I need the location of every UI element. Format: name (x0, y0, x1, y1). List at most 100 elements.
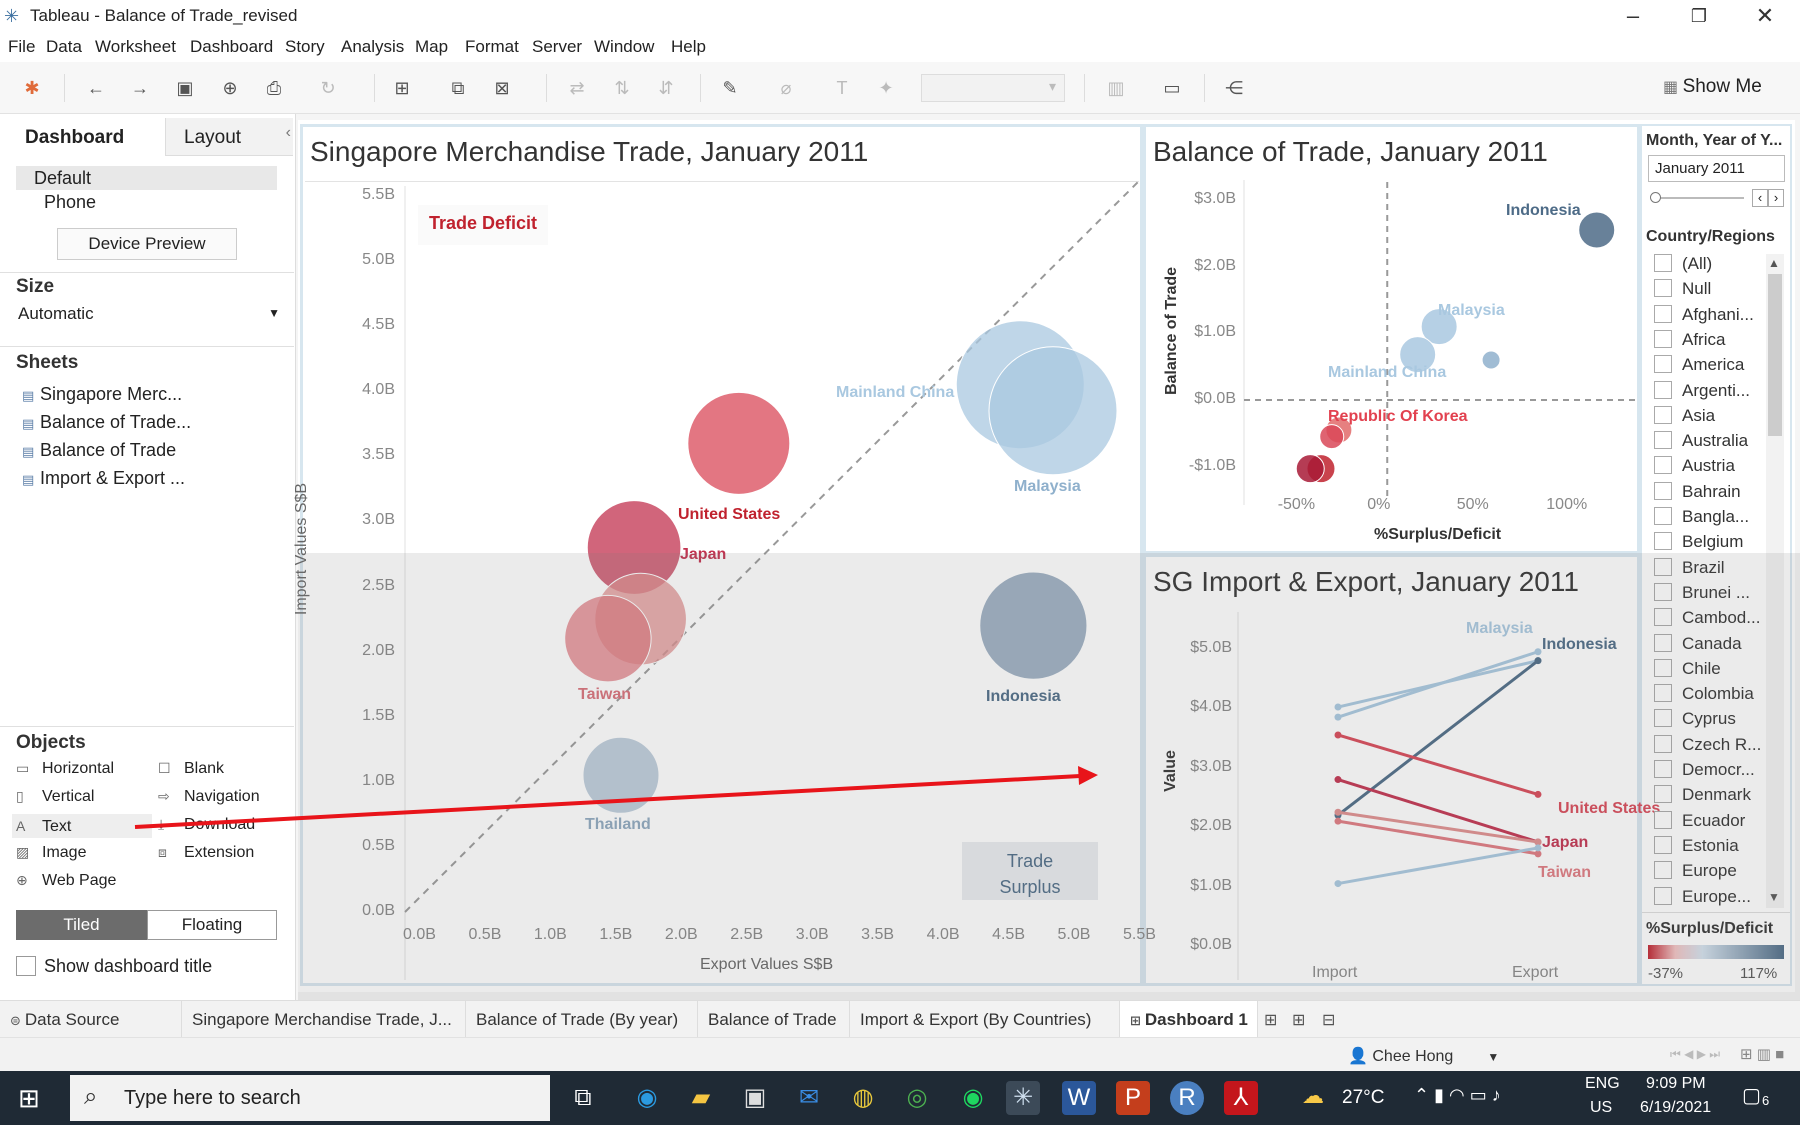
country-checkbox[interactable] (1654, 633, 1672, 652)
tab-singapore-merchandise[interactable]: Singapore Merchandise Trade, J... (182, 1001, 466, 1038)
store-icon[interactable]: ▣ (738, 1081, 772, 1115)
country-checkbox[interactable] (1654, 760, 1672, 778)
country-filter-item[interactable]: Canada (1654, 633, 1742, 654)
country-checkbox[interactable] (1654, 380, 1672, 399)
tab-import-export[interactable]: Import & Export (By Countries) (850, 1001, 1120, 1038)
tab-balance-by-year[interactable]: Balance of Trade (By year) (466, 1001, 698, 1038)
month-year-input[interactable]: January 2011 (1648, 155, 1785, 182)
country-checkbox[interactable] (1654, 658, 1672, 677)
chrome-icon[interactable]: ◍ (846, 1081, 880, 1115)
country-checkbox[interactable] (1654, 582, 1672, 601)
country-filter-item[interactable]: Australia (1654, 431, 1748, 451)
country-filter-item[interactable]: Ecuador (1654, 810, 1745, 831)
view-mode-icons[interactable]: ⊞ ▥ ■ (1740, 1045, 1784, 1063)
next-month-button[interactable]: › (1768, 189, 1784, 207)
country-filter-item[interactable]: Bangla... (1654, 507, 1749, 527)
country-checkbox[interactable] (1654, 456, 1672, 475)
new-worksheet-icon[interactable]: ⊞ (1264, 1010, 1277, 1030)
country-checkbox[interactable] (1654, 279, 1672, 298)
user-dropdown[interactable]: 👤 Chee Hong ▼ (1348, 1046, 1499, 1066)
tableau-taskbar-icon[interactable]: ✳ (1006, 1081, 1040, 1115)
weather-icon[interactable]: ☁ (1302, 1083, 1324, 1109)
month-slider-track[interactable] (1654, 197, 1744, 199)
country-filter-item[interactable]: Argenti... (1654, 380, 1750, 401)
scroll-down-icon[interactable]: ▼ (1768, 890, 1780, 904)
country-filter-item[interactable]: Colombia (1654, 684, 1754, 704)
country-list-scroll-thumb[interactable] (1768, 274, 1782, 436)
clock-time[interactable]: 9:09 PM (1646, 1075, 1706, 1093)
country-checkbox[interactable] (1654, 557, 1672, 576)
globe-app-icon[interactable]: ◎ (900, 1081, 934, 1115)
country-filter-item[interactable]: Czech R... (1654, 734, 1761, 755)
windows-start-icon[interactable]: ⊞ (18, 1083, 40, 1114)
new-story-icon[interactable]: ⊟ (1322, 1010, 1335, 1030)
country-checkbox[interactable] (1654, 734, 1672, 753)
country-filter-item[interactable]: Cyprus (1654, 709, 1736, 729)
country-filter-item[interactable]: Chile (1654, 658, 1721, 679)
country-filter-item[interactable]: Cambod... (1654, 608, 1760, 628)
country-checkbox[interactable] (1654, 532, 1672, 551)
r-icon[interactable]: R (1170, 1081, 1204, 1115)
word-icon[interactable]: W (1062, 1081, 1096, 1115)
country-checkbox[interactable] (1654, 886, 1672, 905)
country-checkbox[interactable] (1654, 431, 1672, 450)
country-checkbox[interactable] (1654, 608, 1672, 627)
country-filter-item[interactable]: Afghani... (1654, 304, 1754, 325)
country-filter-item[interactable]: Asia (1654, 405, 1715, 426)
country-filter-item[interactable]: Europe... (1654, 886, 1751, 907)
country-checkbox[interactable] (1654, 835, 1672, 854)
notification-icon[interactable]: ▢ (1742, 1083, 1761, 1108)
country-filter-item[interactable]: Null (1654, 279, 1711, 299)
country-filter-item[interactable]: Estonia (1654, 835, 1739, 856)
weather-temp[interactable]: 27°C (1342, 1087, 1384, 1109)
clock-date[interactable]: 6/19/2021 (1640, 1099, 1711, 1117)
country-filter-item[interactable]: Bahrain (1654, 481, 1741, 502)
edge-icon[interactable]: ◉ (630, 1081, 664, 1115)
acrobat-icon[interactable]: ⅄ (1224, 1081, 1258, 1115)
country-checkbox[interactable] (1654, 785, 1672, 804)
powerpoint-icon[interactable]: P (1116, 1081, 1150, 1115)
country-label: Cyprus (1682, 709, 1736, 729)
country-checkbox[interactable] (1654, 355, 1672, 374)
spotify-icon[interactable]: ◉ (956, 1081, 990, 1115)
scroll-up-icon[interactable]: ▲ (1768, 256, 1780, 270)
country-filter-item[interactable]: Austria (1654, 456, 1735, 476)
tab-balance-of-trade[interactable]: Balance of Trade (698, 1001, 850, 1038)
mail-icon[interactable]: ✉ (792, 1081, 826, 1115)
country-checkbox[interactable] (1654, 329, 1672, 348)
country-checkbox[interactable] (1654, 304, 1672, 323)
country-filter-item[interactable]: Brunei ... (1654, 582, 1750, 603)
language-us[interactable]: US (1590, 1099, 1612, 1117)
country-filter-item[interactable]: (All) (1654, 254, 1712, 274)
task-view-icon[interactable]: ⧉ (566, 1081, 600, 1115)
month-slider-handle[interactable] (1650, 192, 1661, 203)
parity-line (404, 179, 1141, 913)
slope-point-import (1334, 731, 1342, 739)
country-checkbox[interactable] (1654, 709, 1672, 728)
taskbar-search-box[interactable]: ⌕ Type here to search (70, 1075, 550, 1121)
language-eng[interactable]: ENG (1585, 1075, 1620, 1093)
tab-data-source[interactable]: ⊜ Data Source (0, 1001, 182, 1038)
country-checkbox[interactable] (1654, 507, 1672, 525)
country-filter-item[interactable]: Democr... (1654, 760, 1755, 780)
scatter-y-tick: 1.0B (362, 771, 395, 789)
country-checkbox[interactable] (1654, 481, 1672, 500)
country-checkbox[interactable] (1654, 861, 1672, 880)
country-filter-item[interactable]: Denmark (1654, 785, 1751, 805)
tab-dashboard-1[interactable]: ⊞ Dashboard 1 (1120, 1001, 1258, 1038)
country-filter-item[interactable]: Europe (1654, 861, 1737, 881)
country-checkbox[interactable] (1654, 810, 1672, 829)
country-filter-item[interactable]: Africa (1654, 329, 1725, 350)
slope-point-import (1334, 713, 1342, 721)
country-filter-item[interactable]: Belgium (1654, 532, 1743, 552)
tray-icons[interactable]: ⌃ ▮ ◠ ▭ ♪ (1414, 1085, 1501, 1106)
new-dashboard-icon[interactable]: ⊞ (1292, 1010, 1305, 1030)
page-navigation-icon[interactable]: ⏮ ◀ ▶ ⏭ (1670, 1047, 1720, 1062)
country-checkbox[interactable] (1654, 254, 1672, 272)
file-explorer-icon[interactable]: ▰ (684, 1081, 718, 1115)
country-filter-item[interactable]: America (1654, 355, 1744, 375)
country-checkbox[interactable] (1654, 405, 1672, 424)
country-filter-item[interactable]: Brazil (1654, 557, 1725, 578)
country-checkbox[interactable] (1654, 684, 1672, 703)
previous-month-button[interactable]: ‹ (1752, 189, 1768, 207)
